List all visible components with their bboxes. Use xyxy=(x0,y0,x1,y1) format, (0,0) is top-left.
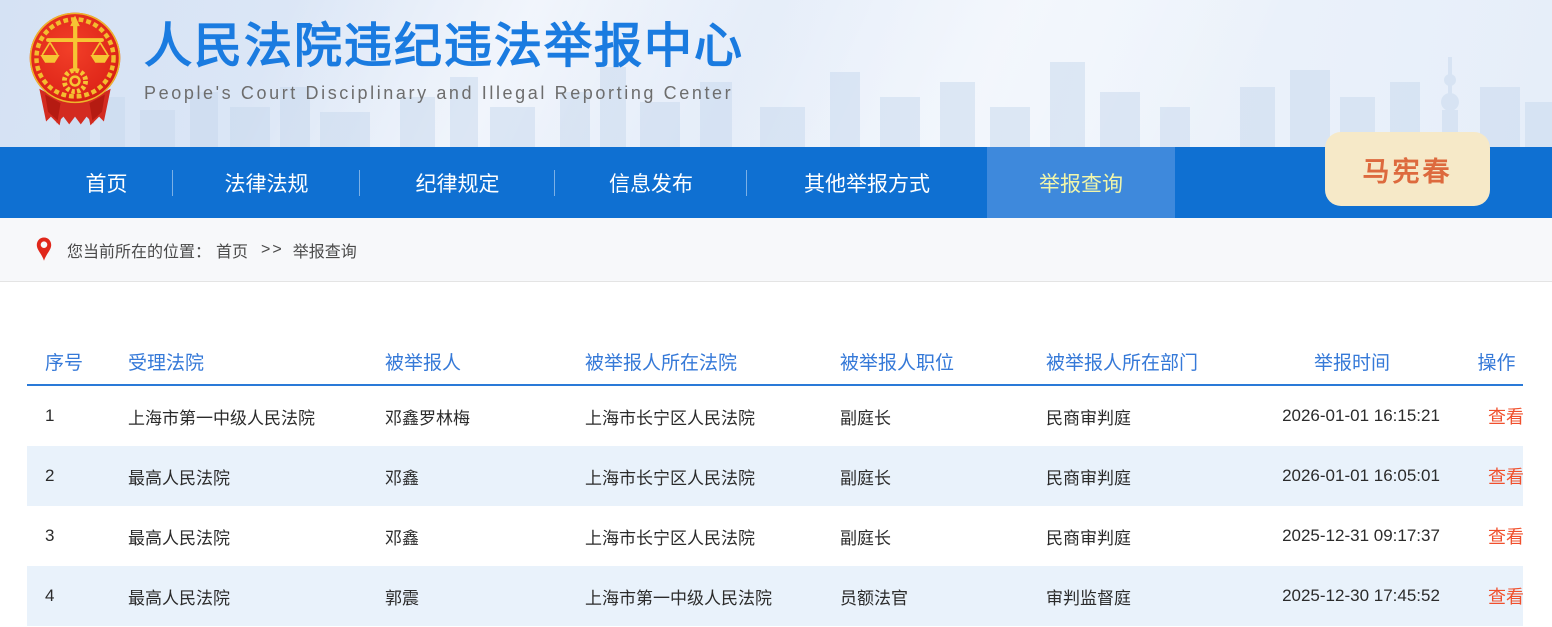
court-emblem-logo xyxy=(22,6,128,130)
main-nav: 首页法律法规纪律规定信息发布其他举报方式举报查询马宪春 xyxy=(0,147,1552,218)
cell-index: 2 xyxy=(27,446,110,506)
cell-court: 最高人民法院 xyxy=(110,446,367,506)
cell-position: 副庭长 xyxy=(822,506,1028,566)
cell-index: 1 xyxy=(27,385,110,446)
cell-department: 审判监督庭 xyxy=(1028,566,1234,626)
cell-index: 4 xyxy=(27,566,110,626)
view-link[interactable]: 查看 xyxy=(1488,467,1523,487)
report-table: 序号受理法院被举报人被举报人所在法院被举报人职位被举报人所在部门举报时间操作 1… xyxy=(27,339,1523,626)
view-link[interactable]: 查看 xyxy=(1488,527,1523,547)
column-header-8: 操作 xyxy=(1470,339,1523,385)
column-header-1: 序号 xyxy=(27,339,110,385)
cell-court: 最高人民法院 xyxy=(110,566,367,626)
table-header-row: 序号受理法院被举报人被举报人所在法院被举报人职位被举报人所在部门举报时间操作 xyxy=(27,339,1523,385)
column-header-2: 受理法院 xyxy=(110,339,367,385)
table-row: 3最高人民法院邓鑫上海市长宁区人民法院副庭长民商审判庭2025-12-31 09… xyxy=(27,506,1523,566)
table-row: 2最高人民法院邓鑫上海市长宁区人民法院副庭长民商审判庭2026-01-01 16… xyxy=(27,446,1523,506)
cell-action: 查看 xyxy=(1470,385,1523,446)
user-badge[interactable]: 马宪春 xyxy=(1325,132,1490,206)
cell-reported_court: 上海市第一中级人民法院 xyxy=(567,566,822,626)
cell-court: 上海市第一中级人民法院 xyxy=(110,385,367,446)
table-row: 4最高人民法院郭震上海市第一中级人民法院员额法官审判监督庭2025-12-30 … xyxy=(27,566,1523,626)
breadcrumb: 您当前所在的位置： 首页 >> 举报查询 xyxy=(0,218,1552,282)
view-link[interactable]: 查看 xyxy=(1488,407,1523,427)
column-header-6: 被举报人所在部门 xyxy=(1028,339,1234,385)
cell-department: 民商审判庭 xyxy=(1028,385,1234,446)
brand-text: 人民法院违纪违法举报中心 People's Court Disciplinary… xyxy=(144,6,744,104)
cell-reported: 郭震 xyxy=(367,566,567,626)
cell-department: 民商审判庭 xyxy=(1028,506,1234,566)
cell-action: 查看 xyxy=(1470,506,1523,566)
table-row: 1上海市第一中级人民法院邓鑫罗林梅上海市长宁区人民法院副庭长民商审判庭2026-… xyxy=(27,385,1523,446)
cell-action: 查看 xyxy=(1470,446,1523,506)
breadcrumb-separator: >> xyxy=(261,241,284,259)
nav-item-report-query[interactable]: 举报查询 xyxy=(987,147,1175,218)
cell-position: 副庭长 xyxy=(822,385,1028,446)
cell-time: 2025-12-31 09:17:37 xyxy=(1234,506,1470,566)
table-body: 1上海市第一中级人民法院邓鑫罗林梅上海市长宁区人民法院副庭长民商审判庭2026-… xyxy=(27,385,1523,626)
site-header: 人民法院违纪违法举报中心 People's Court Disciplinary… xyxy=(0,0,1552,147)
location-pin-icon xyxy=(36,236,52,263)
nav-item-laws[interactable]: 法律法规 xyxy=(173,147,360,218)
cell-action: 查看 xyxy=(1470,566,1523,626)
view-link[interactable]: 查看 xyxy=(1488,587,1523,607)
cell-reported_court: 上海市长宁区人民法院 xyxy=(567,506,822,566)
breadcrumb-prefix: 您当前所在的位置： xyxy=(67,238,211,262)
nav-item-home[interactable]: 首页 xyxy=(40,147,173,218)
cell-position: 副庭长 xyxy=(822,446,1028,506)
cell-time: 2025-12-30 17:45:52 xyxy=(1234,566,1470,626)
breadcrumb-home-link[interactable]: 首页 xyxy=(216,238,248,262)
site-subtitle: People's Court Disciplinary and Illegal … xyxy=(144,83,744,104)
cell-reported: 邓鑫 xyxy=(367,446,567,506)
cell-reported_court: 上海市长宁区人民法院 xyxy=(567,446,822,506)
cell-index: 3 xyxy=(27,506,110,566)
cell-position: 员额法官 xyxy=(822,566,1028,626)
nav-item-discipline-rules[interactable]: 纪律规定 xyxy=(360,147,555,218)
cell-court: 最高人民法院 xyxy=(110,506,367,566)
nav-item-other-report-methods[interactable]: 其他举报方式 xyxy=(747,147,987,218)
site-title: 人民法院违纪违法举报中心 xyxy=(144,20,744,74)
cell-reported: 邓鑫罗林梅 xyxy=(367,385,567,446)
breadcrumb-current-link[interactable]: 举报查询 xyxy=(293,238,357,262)
cell-time: 2026-01-01 16:15:21 xyxy=(1234,385,1470,446)
column-header-3: 被举报人 xyxy=(367,339,567,385)
cell-reported: 邓鑫 xyxy=(367,506,567,566)
main-content: 序号受理法院被举报人被举报人所在法院被举报人职位被举报人所在部门举报时间操作 1… xyxy=(0,282,1552,626)
cell-department: 民商审判庭 xyxy=(1028,446,1234,506)
cell-time: 2026-01-01 16:05:01 xyxy=(1234,446,1470,506)
column-header-5: 被举报人职位 xyxy=(822,339,1028,385)
brand: 人民法院违纪违法举报中心 People's Court Disciplinary… xyxy=(22,6,744,130)
column-header-7: 举报时间 xyxy=(1234,339,1470,385)
column-header-4: 被举报人所在法院 xyxy=(567,339,822,385)
nav-item-news[interactable]: 信息发布 xyxy=(555,147,747,218)
cell-reported_court: 上海市长宁区人民法院 xyxy=(567,385,822,446)
